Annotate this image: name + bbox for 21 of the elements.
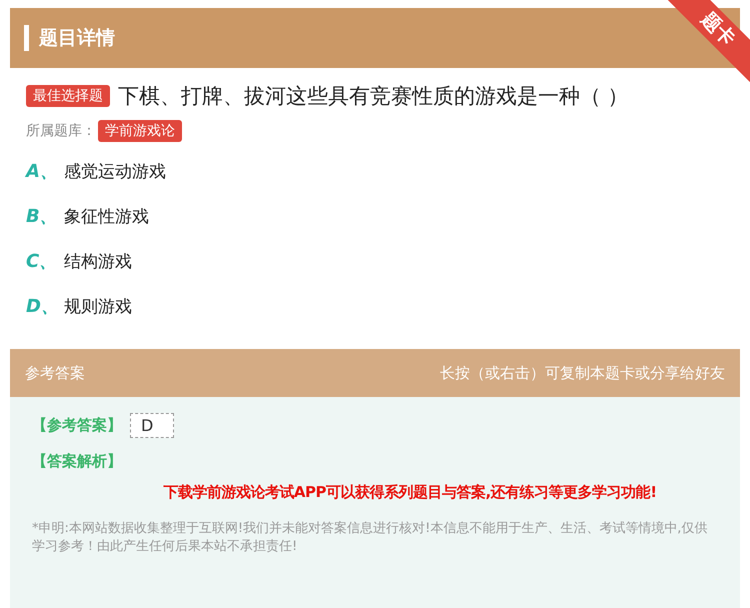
option-letter: C、	[26, 250, 54, 273]
option-letter: B、	[26, 205, 54, 228]
answer-value: D	[130, 413, 174, 438]
question-text: 下棋、打牌、拔河这些具有竞赛性质的游戏是一种（ ）	[118, 83, 629, 110]
bank-label: 所属题库：	[26, 122, 96, 140]
option-letter: A、	[26, 160, 54, 183]
bank-tag[interactable]: 学前游戏论	[98, 120, 182, 142]
question-type-tag: 最佳选择题	[26, 85, 110, 107]
section-title: 题目详情	[39, 26, 115, 51]
option-text: 规则游戏	[64, 296, 132, 318]
answer-section-title: 参考答案	[25, 364, 85, 382]
analysis-label: 【答案解析】	[32, 452, 122, 471]
option-text: 结构游戏	[64, 250, 132, 272]
share-hint: 长按（或右击）可复制本题卡或分享给好友	[440, 364, 725, 382]
option-text: 象征性游戏	[64, 206, 149, 228]
title-marker	[24, 25, 29, 51]
option-text: 感觉运动游戏	[64, 160, 166, 182]
disclaimer-text: *申明:本网站数据收集整理于互联网!我们并未能对答案信息进行核对!本信息不能用于生产、生活、考试等情境中,仅供学习参考！由此产生任何后果本站不承担责任!	[32, 520, 708, 556]
option-letter: D、	[26, 295, 54, 318]
answer-label: 【参考答案】	[32, 416, 122, 435]
promo-text: 下载学前游戏论考试APP可以获得系列题目与答案,还有练习等更多学习功能!	[162, 483, 658, 502]
